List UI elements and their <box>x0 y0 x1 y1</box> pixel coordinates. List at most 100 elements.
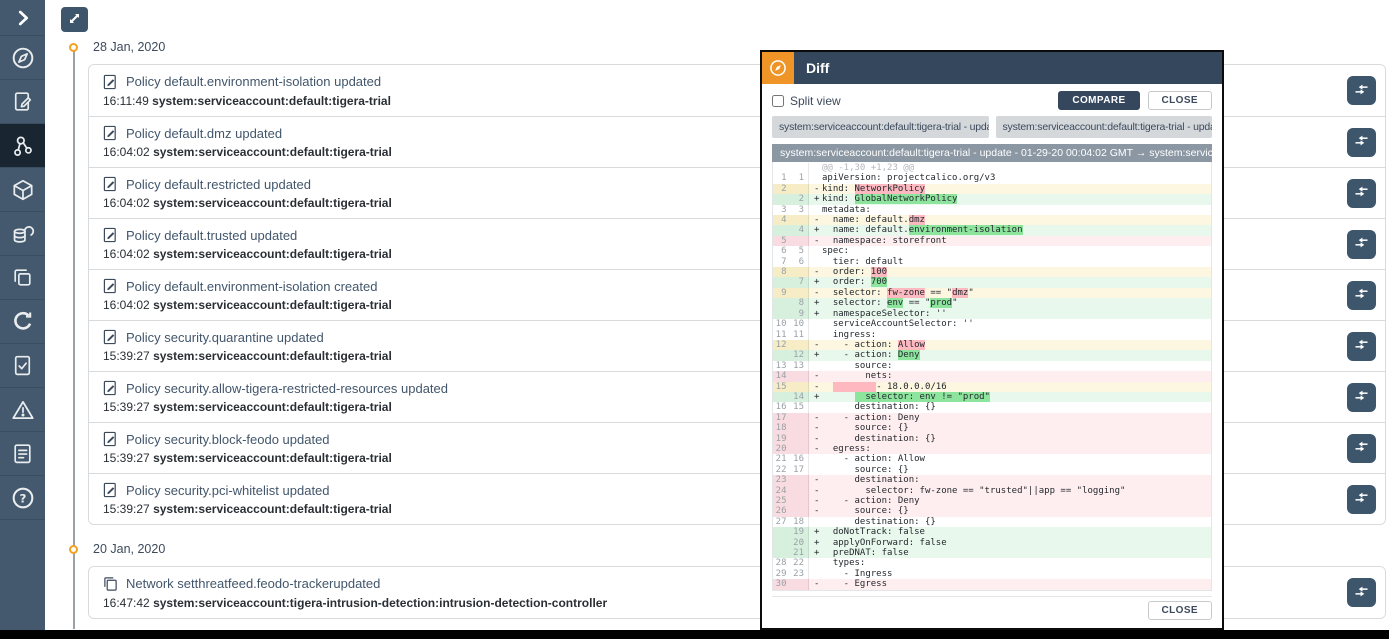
document-check-icon <box>10 353 35 378</box>
bottom-bar <box>0 630 1389 639</box>
diff-row: 30- - Egress <box>773 579 1211 589</box>
expand-timeline-button[interactable] <box>61 7 88 32</box>
sidebar-item-expand-toggle[interactable] <box>0 0 45 36</box>
timeline-marker-icon <box>69 43 78 52</box>
compare-arrows-icon <box>1354 491 1369 507</box>
policy-edit-icon <box>103 125 118 141</box>
sidebar-nav: ? <box>0 0 45 639</box>
right-version-select[interactable]: system:serviceaccount:default:tigera-tri… <box>996 116 1213 138</box>
diff-row: 1615 destination: {} <box>773 402 1211 412</box>
split-view-label: Split view <box>790 94 841 108</box>
event-title: Policy security.pci-whitelist updated <box>126 483 330 498</box>
diff-row: 14+ selector: env != "prod" <box>773 392 1211 402</box>
diff-row: 1111 ingress: <box>773 330 1211 340</box>
cloud-database-icon <box>10 221 36 247</box>
compare-arrows-icon <box>1354 83 1369 99</box>
compare-arrows-icon <box>1354 236 1369 252</box>
sidebar-item-storage[interactable] <box>0 212 45 256</box>
open-diff-button[interactable] <box>1347 485 1376 514</box>
svg-text:?: ? <box>19 491 26 505</box>
open-diff-button[interactable] <box>1347 76 1376 105</box>
diff-row: 25- - action: Deny <box>773 496 1211 506</box>
document-list-icon <box>10 441 35 466</box>
policy-edit-icon <box>103 278 118 294</box>
modal-title: Diff <box>806 60 829 76</box>
sidebar-item-logs[interactable] <box>0 432 45 476</box>
open-diff-button[interactable] <box>1347 578 1376 607</box>
diff-row: 65spec: <box>773 246 1211 256</box>
event-time: 16:47:42 <box>103 596 150 610</box>
compare-button[interactable]: COMPARE <box>1058 91 1139 110</box>
compass-icon <box>762 52 794 84</box>
event-title: Policy security.quarantine updated <box>126 330 324 345</box>
diff-row: 33metadata: <box>773 205 1211 215</box>
event-account: system:serviceaccount:default:tigera-tri… <box>152 94 391 108</box>
refresh-icon <box>10 309 36 335</box>
split-view-checkbox[interactable] <box>772 95 784 107</box>
compare-arrows-icon <box>1354 134 1369 150</box>
chevron-right-icon <box>12 7 34 29</box>
network-share-icon <box>10 133 36 159</box>
open-diff-button[interactable] <box>1347 332 1376 361</box>
diff-row: 2217 source: {} <box>773 465 1211 475</box>
diff-row: 15- - 18.0.0.0/16 <box>773 382 1211 392</box>
compare-arrows-icon <box>1354 585 1369 601</box>
diff-row: 21+ preDNAT: false <box>773 548 1211 558</box>
compare-arrows-icon <box>1354 338 1369 354</box>
diff-row: 24- selector: fw-zone == "trusted"||app … <box>773 486 1211 496</box>
timeline-marker-icon <box>69 545 78 554</box>
sidebar-item-policies[interactable] <box>0 80 45 124</box>
diff-row: 4+ name: default.environment-isolation <box>773 225 1211 235</box>
sidebar-item-dashboard[interactable] <box>0 36 45 80</box>
diff-row: 12+ - action: Deny <box>773 350 1211 360</box>
diff-row: 12- - action: Allow <box>773 340 1211 350</box>
cube-icon <box>10 177 36 203</box>
sidebar-item-alerts[interactable] <box>0 388 45 432</box>
sidebar-item-copies[interactable] <box>0 256 45 300</box>
sidebar-item-help[interactable]: ? <box>0 476 45 520</box>
diff-viewer[interactable]: @@ -1,30 +1,23 @@11apiVersion: projectca… <box>772 162 1212 591</box>
diff-row: 19- destination: {} <box>773 434 1211 444</box>
sidebar-item-refresh[interactable] <box>0 300 45 344</box>
diff-row: 17- - action: Deny <box>773 413 1211 423</box>
event-account: system:serviceaccount:default:tigera-tri… <box>153 247 392 261</box>
footer-close-button[interactable]: CLOSE <box>1148 601 1212 620</box>
diff-row: 2718 destination: {} <box>773 517 1211 527</box>
open-diff-button[interactable] <box>1347 230 1376 259</box>
date-label: 20 Jan, 2020 <box>93 542 165 556</box>
diff-row: 26- source: {} <box>773 506 1211 516</box>
sidebar-item-workloads[interactable] <box>0 168 45 212</box>
event-account: system:serviceaccount:default:tigera-tri… <box>153 349 392 363</box>
event-time: 16:04:02 <box>103 196 150 210</box>
left-version-select[interactable]: system:serviceaccount:default:tigera-tri… <box>772 116 989 138</box>
open-diff-button[interactable] <box>1347 383 1376 412</box>
event-title: Network setthreatfeed.feodo-trackerupdat… <box>126 576 380 591</box>
event-account: system:serviceaccount:default:tigera-tri… <box>153 145 392 159</box>
open-diff-button[interactable] <box>1347 179 1376 208</box>
edit-document-icon <box>10 89 35 114</box>
close-button[interactable]: CLOSE <box>1148 91 1212 110</box>
expand-diagonal-icon <box>67 11 82 29</box>
diff-row: 9- selector: fw-zone == "dmz" <box>773 288 1211 298</box>
policy-edit-icon <box>103 380 118 396</box>
event-account: system:serviceaccount:default:tigera-tri… <box>153 298 392 312</box>
sidebar-item-policy-changes[interactable] <box>0 124 45 168</box>
copy-icon <box>10 265 35 290</box>
diff-row: 2-kind: NetworkPolicy <box>773 184 1211 194</box>
copy-small-icon <box>103 576 118 592</box>
diff-row: 2116 - action: Allow <box>773 454 1211 464</box>
event-time: 16:04:02 <box>103 298 150 312</box>
diff-row: 5- namespace: storefront <box>773 236 1211 246</box>
open-diff-button[interactable] <box>1347 434 1376 463</box>
event-title: Policy security.allow-tigera-restricted-… <box>126 381 448 396</box>
sidebar-item-compliance[interactable] <box>0 344 45 388</box>
open-diff-button[interactable] <box>1347 281 1376 310</box>
diff-row: 1313 source: <box>773 361 1211 371</box>
modal-body: Split view COMPARE CLOSE system:servicea… <box>762 84 1222 628</box>
diff-row: 4- name: default.dmz <box>773 215 1211 225</box>
open-diff-button[interactable] <box>1347 128 1376 157</box>
event-title: Policy default.environment-isolation upd… <box>126 74 381 89</box>
event-time: 15:39:27 <box>103 502 150 516</box>
policy-edit-icon <box>103 74 118 90</box>
event-title: Policy default.dmz updated <box>126 126 282 141</box>
